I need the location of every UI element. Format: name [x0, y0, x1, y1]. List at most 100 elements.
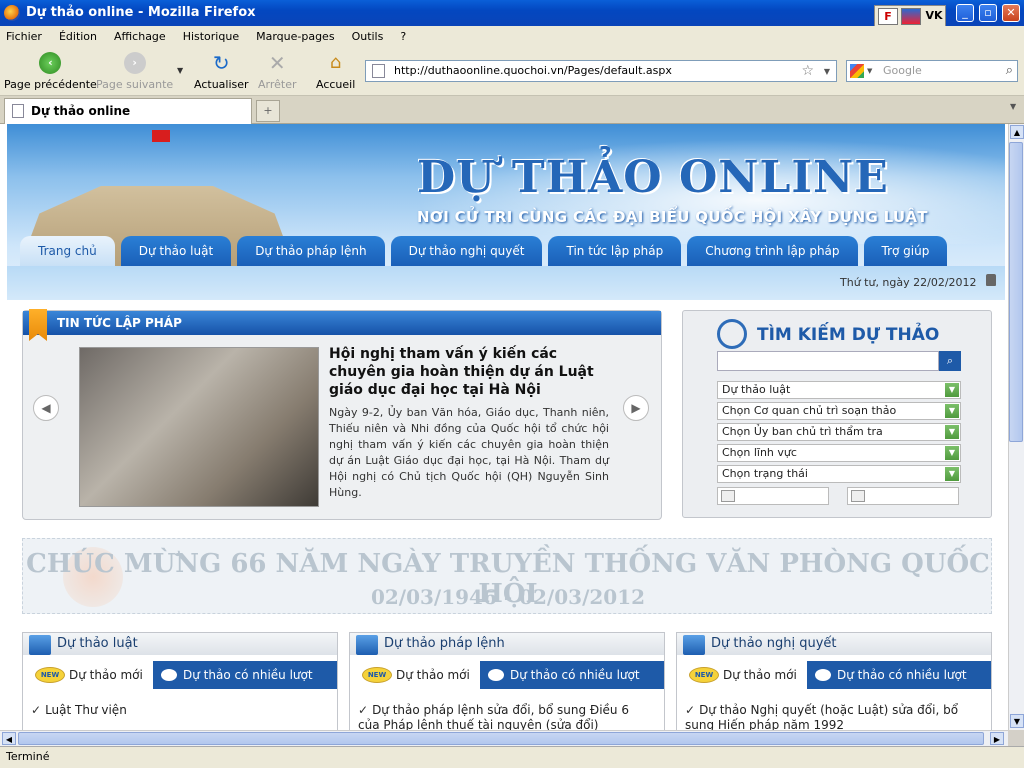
menu-fichier[interactable]: Fichier: [6, 26, 49, 46]
category-title[interactable]: Dự thảo luật: [23, 633, 337, 655]
status-text: Terminé: [6, 750, 50, 763]
forward-arrow-icon: ›: [123, 52, 146, 74]
news-title-link[interactable]: Hội nghị tham vấn ý kiến các chuyên gia …: [329, 345, 609, 399]
anniversary-banner[interactable]: CHÚC MỪNG 66 NĂM NGÀY TRUYỀN THỐNG VĂN P…: [22, 538, 992, 614]
tab-new-label: Dự thảo mới: [396, 668, 470, 682]
list-item[interactable]: ✓ Dự thảo pháp lệnh sửa đổi, bổ sung Điều…: [358, 703, 648, 730]
menu-outils[interactable]: Outils: [352, 26, 391, 46]
bookmark-star-icon[interactable]: ☆: [801, 61, 814, 81]
notebook-icon: [356, 635, 378, 655]
select-type[interactable]: Dự thảo luật ▼: [717, 381, 961, 399]
search-panel: TÌM KIẾM DỰ THẢO ⌕ Dự thảo luật ▼ Chọn Cơ…: [682, 310, 992, 518]
status-bar: Terminé: [0, 746, 1024, 768]
extension-flag-icon[interactable]: [901, 7, 921, 25]
nav-tro-giup[interactable]: Trợ giúp: [863, 236, 948, 266]
firefox-logo-icon: [4, 5, 20, 21]
select-review-committee[interactable]: Chọn Ủy ban chủ trì thẩm tra ▼: [717, 423, 961, 441]
horizontal-scroll-thumb[interactable]: [18, 732, 984, 745]
home-button[interactable]: ⌂ Accueil: [316, 52, 355, 91]
vertical-scrollbar[interactable]: ▲ ▼: [1008, 124, 1024, 730]
url-text: http://duthaoonline.quochoi.vn/Pages/def…: [394, 64, 672, 77]
tab-new-drafts[interactable]: NEW Dự thảo mới: [685, 661, 805, 689]
list-item-label: Dự thảo Nghị quyết (hoặc Luật) sửa đổi, …: [685, 703, 959, 730]
maximize-button[interactable]: ▫: [979, 4, 997, 22]
menu-affichage[interactable]: Affichage: [114, 26, 173, 46]
back-label: Page précédente: [4, 78, 97, 91]
tab-most-viewed[interactable]: Dự thảo có nhiều lượt xem: [480, 661, 664, 710]
extension-vk-icon[interactable]: VK: [924, 8, 944, 25]
menu-bar: Fichier Édition Affichage Historique Mar…: [0, 26, 1024, 46]
forward-button[interactable]: › Page suivante: [96, 52, 173, 91]
tab-page-icon: [12, 104, 24, 118]
category-du-thao-luat: Dự thảo luật NEW Dự thảo mới Dự thảo có n…: [22, 632, 338, 730]
forward-label: Page suivante: [96, 78, 174, 91]
url-dropdown-icon[interactable]: ▼: [824, 62, 830, 82]
scroll-down-icon[interactable]: ▼: [1010, 714, 1024, 728]
nav-trang-chu[interactable]: Trang chủ: [20, 236, 115, 266]
home-icon: ⌂: [329, 52, 342, 73]
search-input[interactable]: [717, 351, 939, 371]
new-badge-icon: NEW: [362, 667, 392, 683]
stop-button[interactable]: ✕ Arrêter: [258, 52, 297, 91]
news-prev-button[interactable]: ◀: [33, 395, 59, 421]
reload-label: Actualiser: [194, 78, 249, 91]
scroll-up-icon[interactable]: ▲: [1010, 125, 1024, 139]
menu-historique[interactable]: Historique: [183, 26, 246, 46]
nav-du-thao-luat[interactable]: Dự thảo luật: [120, 236, 232, 266]
url-bar[interactable]: http://duthaoonline.quochoi.vn/Pages/def…: [365, 60, 837, 82]
login-lock-icon[interactable]: [986, 274, 996, 286]
menu-marque-pages[interactable]: Marque-pages: [256, 26, 341, 46]
date-to-input[interactable]: [847, 487, 959, 505]
menu-edition[interactable]: Édition: [59, 26, 104, 46]
tab-new-drafts[interactable]: NEW Dự thảo mới: [31, 661, 151, 689]
calendar-icon[interactable]: [721, 490, 735, 502]
chevron-down-icon: ▼: [945, 425, 959, 439]
search-title: TÌM KIẾM DỰ THẢO: [757, 325, 940, 345]
reload-button[interactable]: ↻ Actualiser: [194, 52, 249, 91]
close-button[interactable]: ✕: [1002, 4, 1020, 22]
calendar-icon[interactable]: [851, 490, 865, 502]
back-button[interactable]: ‹ Page précédente: [4, 52, 97, 91]
search-magnifier-icon[interactable]: ⌕: [1006, 61, 1013, 81]
minimize-button[interactable]: _: [956, 4, 974, 22]
nav-tin-tuc-lap-phap[interactable]: Tin tức lập pháp: [548, 236, 682, 266]
search-bar[interactable]: ▼ Google ⌕: [846, 60, 1018, 82]
tab-new-drafts[interactable]: NEW Dự thảo mới: [358, 661, 478, 689]
nav-du-thao-nghi-quyet[interactable]: Dự thảo nghị quyết: [390, 236, 543, 266]
google-icon[interactable]: [850, 64, 864, 78]
new-tab-button[interactable]: +: [256, 100, 280, 122]
date-from-input[interactable]: [717, 487, 829, 505]
engine-dropdown-icon[interactable]: ▼: [867, 61, 872, 81]
category-title[interactable]: Dự thảo pháp lệnh: [350, 633, 664, 655]
scroll-left-icon[interactable]: ◀: [2, 732, 16, 745]
notebook-icon: [683, 635, 705, 655]
tab-active[interactable]: Dự thảo online: [4, 98, 252, 124]
category-du-thao-phap-lenh: Dự thảo pháp lệnh NEW Dự thảo mới Dự thảo…: [349, 632, 665, 730]
nav-chuong-trinh-lap-phap[interactable]: Chương trình lập pháp: [687, 236, 858, 266]
list-item[interactable]: ✓ Luật Thư viện: [31, 703, 321, 718]
select-status-value: Chọn trạng thái: [722, 467, 808, 480]
tab-most-viewed[interactable]: Dự thảo có nhiều lượt xem: [153, 661, 337, 710]
category-title[interactable]: Dự thảo nghị quyết: [677, 633, 991, 655]
tab-list-icon[interactable]: ▼: [1010, 102, 1016, 111]
extension-f-icon[interactable]: F: [878, 7, 898, 25]
select-drafting-agency[interactable]: Chọn Cơ quan chủ trì soạn thảo ▼: [717, 402, 961, 420]
search-placeholder: Google: [883, 64, 922, 77]
tab-most-viewed[interactable]: Dự thảo có nhiều lượt xem: [807, 661, 991, 710]
search-submit-button[interactable]: ⌕: [939, 351, 961, 371]
site-title: DỰ THẢO ONLINE: [417, 152, 889, 203]
news-next-button[interactable]: ▶: [623, 395, 649, 421]
select-status[interactable]: Chọn trạng thái ▼: [717, 465, 961, 483]
horizontal-scrollbar[interactable]: ◀ ▶: [0, 730, 1008, 746]
news-photo[interactable]: [79, 347, 319, 507]
home-label: Accueil: [316, 78, 356, 91]
chevron-down-icon: ▼: [945, 383, 959, 397]
history-dropdown-icon[interactable]: ▼: [177, 66, 183, 75]
stop-icon: ✕: [268, 51, 286, 75]
nav-du-thao-phap-lenh[interactable]: Dự thảo pháp lệnh: [237, 236, 385, 266]
list-item[interactable]: ✓ Dự thảo Nghị quyết (hoặc Luật) sửa đổi,…: [685, 703, 975, 730]
scroll-right-icon[interactable]: ▶: [990, 732, 1004, 745]
scroll-thumb[interactable]: [1009, 142, 1023, 442]
select-field[interactable]: Chọn lĩnh vực ▼: [717, 444, 961, 462]
menu-help[interactable]: ?: [400, 26, 413, 46]
